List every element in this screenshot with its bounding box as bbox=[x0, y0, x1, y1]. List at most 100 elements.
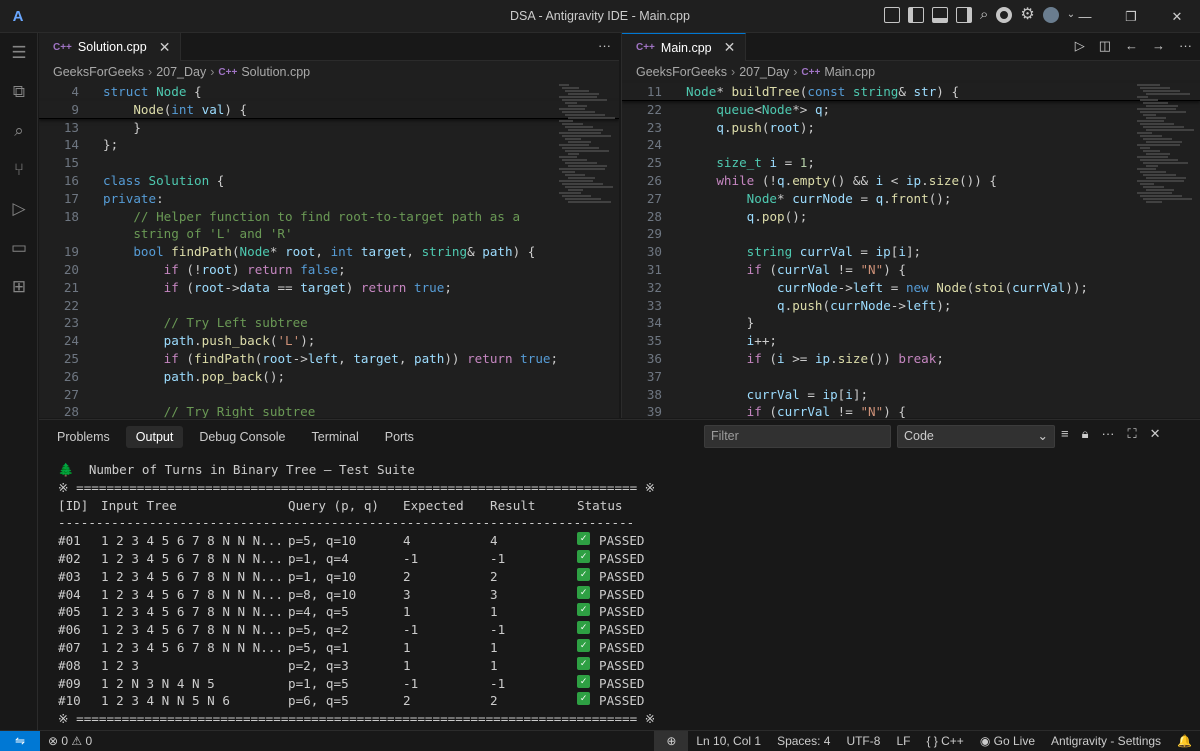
tab-debug-console[interactable]: Debug Console bbox=[189, 426, 295, 448]
close-icon[interactable]: ✕ bbox=[159, 39, 171, 56]
code-line[interactable]: 14}; bbox=[39, 136, 619, 154]
code-line[interactable]: 28 q.pop(); bbox=[622, 208, 1200, 226]
minimize-button[interactable]: — bbox=[1062, 0, 1108, 33]
code-line[interactable]: 20 if (!root) return false; bbox=[39, 261, 619, 279]
menu-icon[interactable]: ☰ bbox=[0, 33, 38, 72]
tab-problems[interactable]: Problems bbox=[47, 426, 120, 448]
language-mode[interactable]: { } C++ bbox=[918, 734, 971, 748]
code-line[interactable]: 4 struct Node { bbox=[39, 83, 619, 101]
code-line[interactable]: 33 q.push(currNode->left); bbox=[622, 297, 1200, 315]
code-line[interactable]: 26 path.pop_back(); bbox=[39, 368, 619, 386]
code-line[interactable]: 25 size_t i = 1; bbox=[622, 154, 1200, 172]
code-line[interactable]: 17 private: bbox=[39, 190, 619, 208]
cursor-position[interactable]: Ln 10, Col 1 bbox=[688, 734, 769, 748]
code-line[interactable]: 28 // Try Right subtree bbox=[39, 403, 619, 418]
maximize-icon[interactable]: ⛶ bbox=[1128, 426, 1137, 442]
settings-status[interactable]: Antigravity - Settings bbox=[1043, 734, 1169, 748]
code-line[interactable]: 27 bbox=[39, 386, 619, 404]
code-line[interactable]: 19 bool findPath(Node* root, int target,… bbox=[39, 243, 619, 261]
go-live-button[interactable]: ◉ Go Live bbox=[972, 734, 1043, 748]
bell-icon[interactable]: 🔔 bbox=[1169, 734, 1200, 748]
tab-output[interactable]: Output bbox=[125, 425, 184, 448]
close-icon[interactable]: ✕ bbox=[1150, 426, 1161, 442]
code-line[interactable]: 24 bbox=[622, 136, 1200, 154]
output-channel-select[interactable]: Code ⌄ bbox=[897, 425, 1055, 448]
code-line[interactable]: 23 q.push(root); bbox=[622, 119, 1200, 137]
extensions-icon[interactable]: ⊞ bbox=[0, 267, 38, 306]
code-line[interactable]: 31 if (currVal != "N") { bbox=[622, 261, 1200, 279]
code-line[interactable]: 23 // Try Left subtree bbox=[39, 314, 619, 332]
run-debug-icon[interactable]: ▷ bbox=[0, 189, 38, 228]
explorer-icon[interactable]: ⧉ bbox=[0, 72, 38, 111]
tab-solution-cpp[interactable]: C++ Solution.cpp ✕ bbox=[39, 33, 182, 61]
encoding[interactable]: UTF-8 bbox=[838, 734, 888, 748]
chrome-icon[interactable] bbox=[996, 7, 1013, 23]
code-line[interactable]: 36 if (i >= ip.size()) break; bbox=[622, 350, 1200, 368]
code-line[interactable]: 24 path.push_back('L'); bbox=[39, 332, 619, 350]
more-actions-button[interactable]: ··· bbox=[598, 38, 611, 53]
minimap[interactable] bbox=[559, 83, 619, 418]
breadcrumb-item[interactable]: Main.cpp bbox=[824, 65, 875, 79]
clear-output-icon[interactable]: ≡ bbox=[1061, 426, 1069, 442]
layout-toggle-icon[interactable] bbox=[884, 7, 900, 23]
code-line[interactable]: 25 if (findPath(root->left, target, path… bbox=[39, 350, 619, 368]
breadcrumb-item[interactable]: 207_Day bbox=[156, 65, 206, 79]
code-line[interactable]: 16 class Solution { bbox=[39, 172, 619, 190]
indentation[interactable]: Spaces: 4 bbox=[769, 734, 838, 748]
panel-left-icon[interactable] bbox=[908, 7, 924, 23]
code-line[interactable]: string of 'L' and 'R' bbox=[39, 225, 619, 243]
code-line[interactable]: 26 while (!q.empty() && i < ip.size()) { bbox=[622, 172, 1200, 190]
search-icon[interactable]: ⌕ bbox=[980, 7, 988, 23]
filter-input[interactable]: Filter bbox=[704, 425, 891, 448]
search-icon[interactable]: ⌕ bbox=[0, 111, 38, 150]
code-line[interactable]: 30 string currVal = ip[i]; bbox=[622, 243, 1200, 261]
gear-icon[interactable]: ⚙ bbox=[1020, 7, 1034, 23]
tab-ports[interactable]: Ports bbox=[375, 426, 424, 448]
code-line[interactable]: 38 currVal = ip[i]; bbox=[622, 386, 1200, 404]
code-line[interactable]: 29 bbox=[622, 225, 1200, 243]
code-line[interactable]: 9 Node(int val) { bbox=[39, 101, 619, 119]
source-control-icon[interactable]: ⑂ bbox=[0, 150, 38, 189]
code-line[interactable]: 32 currNode->left = new Node(stoi(currVa… bbox=[622, 279, 1200, 297]
avatar-icon[interactable] bbox=[1042, 7, 1059, 23]
line-ending[interactable]: LF bbox=[888, 734, 918, 748]
code-line[interactable]: 35 i++; bbox=[622, 332, 1200, 350]
breadcrumb-item[interactable]: GeeksForGeeks bbox=[636, 65, 727, 79]
lock-icon[interactable]: 🔒︎ bbox=[1082, 426, 1089, 442]
panel-right-icon[interactable] bbox=[956, 7, 972, 23]
breadcrumb-item[interactable]: GeeksForGeeks bbox=[53, 65, 144, 79]
restore-button[interactable]: ❐ bbox=[1108, 0, 1154, 33]
navigate-forward-icon[interactable]: → bbox=[1152, 38, 1165, 54]
code-line[interactable]: 27 Node* currNode = q.front(); bbox=[622, 190, 1200, 208]
code-line[interactable]: 13 } bbox=[39, 119, 619, 137]
close-window-button[interactable]: ✕ bbox=[1154, 0, 1200, 33]
zoom-icon[interactable]: ⊕ bbox=[654, 731, 689, 751]
more-icon[interactable]: ··· bbox=[1102, 426, 1115, 442]
tab-terminal[interactable]: Terminal bbox=[302, 426, 369, 448]
code-line[interactable]: 39 if (currVal != "N") { bbox=[622, 403, 1200, 418]
problems-indicator[interactable]: ⊗ 0 ⚠ 0 bbox=[40, 734, 100, 748]
remote-explorer-icon[interactable]: ▭ bbox=[0, 228, 38, 267]
code-line[interactable]: 15 bbox=[39, 154, 619, 172]
code-editor[interactable]: 4 struct Node {9 Node(int val) {13 } 14}; 1… bbox=[39, 83, 619, 418]
run-icon[interactable]: ▷ bbox=[1075, 38, 1085, 54]
code-line[interactable]: 21 if (root->data == target) return true… bbox=[39, 279, 619, 297]
output-view[interactable]: 🌲 Number of Turns in Binary Tree — Test … bbox=[39, 453, 1200, 728]
code-line[interactable]: 18 // Helper function to find root-to-ta… bbox=[39, 208, 619, 226]
code-editor[interactable]: 11 Node* buildTree(const string& str) {22… bbox=[622, 83, 1200, 418]
close-icon[interactable]: ✕ bbox=[724, 39, 736, 56]
code-line[interactable]: 22 bbox=[39, 297, 619, 315]
code-line[interactable]: 37 bbox=[622, 368, 1200, 386]
remote-indicator[interactable]: ⇋ bbox=[0, 730, 40, 751]
tab-main-cpp[interactable]: C++ Main.cpp ✕ bbox=[622, 33, 747, 61]
code-line[interactable]: 22 queue<Node*> q; bbox=[622, 101, 1200, 119]
navigate-back-icon[interactable]: ← bbox=[1125, 38, 1138, 54]
breadcrumb-item[interactable]: Solution.cpp bbox=[241, 65, 310, 79]
breadcrumb-item[interactable]: 207_Day bbox=[739, 65, 789, 79]
panel-bottom-icon[interactable] bbox=[932, 7, 948, 23]
app-logo[interactable]: A bbox=[0, 8, 36, 25]
minimap[interactable] bbox=[1137, 83, 1197, 418]
more-actions-button[interactable]: ··· bbox=[1179, 38, 1192, 54]
code-line[interactable]: 11 Node* buildTree(const string& str) { bbox=[622, 83, 1200, 101]
split-editor-icon[interactable]: ◫ bbox=[1099, 38, 1111, 54]
